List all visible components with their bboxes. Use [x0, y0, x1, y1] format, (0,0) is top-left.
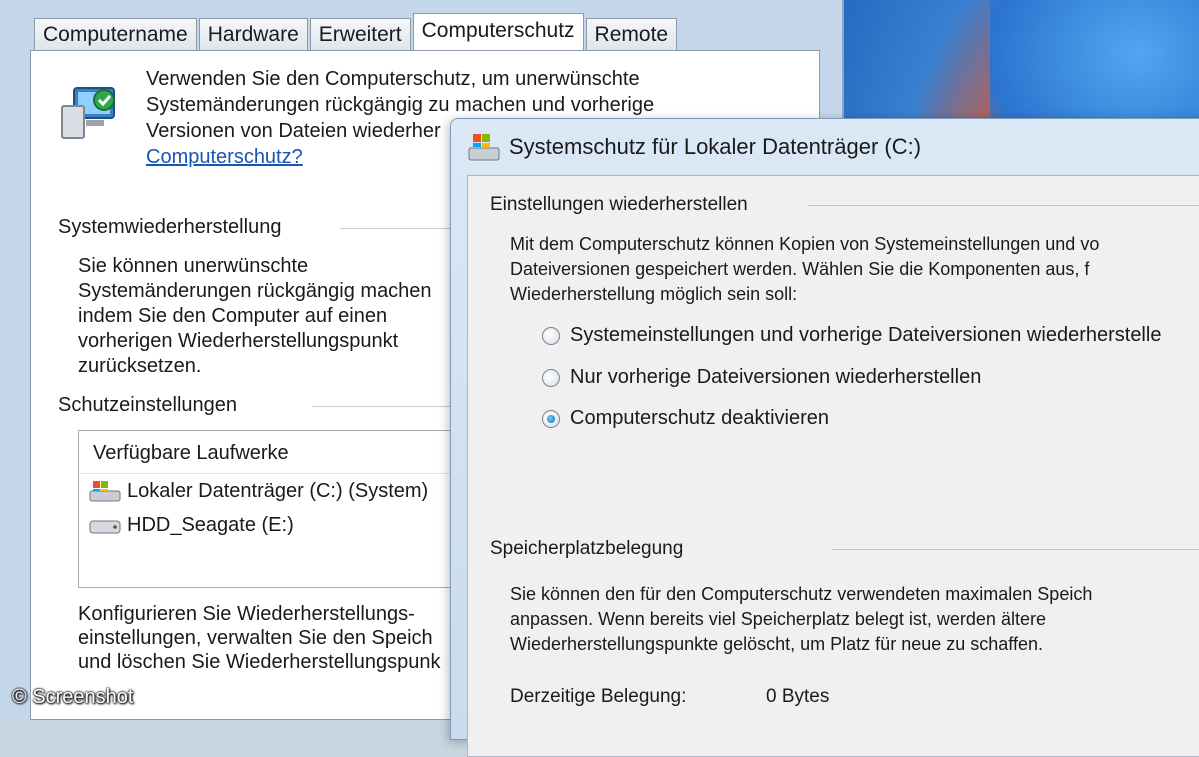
system-drive-icon — [89, 481, 121, 502]
disk-usage-text: Sie können den für den Computerschutz ve… — [510, 582, 1092, 657]
restore-line: indem Sie den Computer auf einen — [78, 305, 388, 327]
tab-bar: Computername Hardware Erweitert Computer… — [34, 13, 679, 51]
option-label: Computerschutz deaktivieren — [570, 407, 830, 429]
configure-text: Konfigurieren Sie Wiederherstellungs- ei… — [78, 602, 440, 674]
tab-computerschutz[interactable]: Computerschutz — [412, 13, 584, 51]
disk-usage-line: Sie können den für den Computerschutz ve… — [510, 584, 1093, 604]
restore-settings-line: Mit dem Computerschutz können Kopien von… — [510, 234, 1100, 254]
section-divider — [808, 205, 1199, 206]
protection-settings-title: Schutzeinstellungen — [58, 394, 238, 416]
tab-erweitert[interactable]: Erweitert — [309, 18, 411, 50]
section-divider — [832, 549, 1199, 550]
option-label: Systemeinstellungen und vorherige Dateiv… — [570, 324, 1162, 346]
option-files-only[interactable]: Nur vorherige Dateiversionen wiederherst… — [542, 366, 981, 389]
dialog-body: Einstellungen wiederherstellen Mit dem C… — [467, 175, 1199, 757]
drive-label: HDD_Seagate (E:) — [127, 513, 294, 536]
intro-line: Verwenden Sie den Computerschutz, um une… — [146, 68, 640, 90]
current-usage-label: Derzeitige Belegung: — [510, 686, 687, 707]
drive-row-e[interactable]: HDD_Seagate (E:) — [79, 508, 479, 542]
system-restore-title: Systemwiederherstellung — [58, 216, 282, 238]
system-protection-dialog: Systemschutz für Lokaler Datenträger (C:… — [450, 118, 1199, 757]
restore-settings-line: Dateiversionen gespeichert werden. Wähle… — [510, 259, 1090, 279]
restore-line: vorherigen Wiederherstellungspunkt — [78, 330, 399, 352]
system-drive-icon — [468, 134, 500, 161]
option-system-and-files[interactable]: Systemeinstellungen und vorherige Dateiv… — [542, 324, 1161, 347]
system-restore-text: Sie können unerwünschte Systemänderungen… — [78, 254, 432, 379]
configure-line: Konfigurieren Sie Wiederherstellungs- — [78, 603, 415, 625]
restore-line: Systemänderungen rückgängig machen — [78, 280, 432, 302]
computer-protection-link[interactable]: Computerschutz? — [146, 146, 303, 168]
screenshot-watermark: © Screenshot — [12, 686, 134, 708]
current-usage-value: 0 Bytes — [766, 686, 830, 707]
option-disable-protection[interactable]: Computerschutz deaktivieren — [542, 407, 829, 430]
radio-button[interactable] — [542, 368, 560, 387]
restore-settings-line: Wiederherstellung möglich sein soll: — [510, 284, 798, 304]
configure-line: und löschen Sie Wiederherstellungspunk — [78, 651, 441, 673]
tab-computername[interactable]: Computername — [34, 18, 197, 50]
computer-protection-icon — [61, 87, 115, 139]
dialog-title: Systemschutz für Lokaler Datenträger (C:… — [509, 134, 922, 159]
configure-line: einstellungen, verwalten Sie den Speich — [78, 627, 433, 649]
drive-row-c[interactable]: Lokaler Datenträger (C:) (System) — [79, 474, 479, 508]
drive-label: Lokaler Datenträger (C:) (System) — [127, 479, 429, 502]
dialog-titlebar[interactable]: Systemschutz für Lokaler Datenträger (C:… — [467, 127, 921, 167]
disk-usage-line: anpassen. Wenn bereits viel Speicherplat… — [510, 609, 1046, 629]
tab-remote[interactable]: Remote — [585, 18, 678, 50]
tab-hardware[interactable]: Hardware — [198, 18, 308, 50]
restore-settings-text: Mit dem Computerschutz können Kopien von… — [510, 232, 1099, 307]
section-divider — [312, 406, 452, 407]
disk-usage-line: Wiederherstellungspunkte gelöscht, um Pl… — [510, 634, 1043, 654]
restore-settings-title: Einstellungen wiederherstellen — [490, 194, 748, 215]
restore-line: zurücksetzen. — [78, 355, 202, 377]
radio-button[interactable] — [542, 326, 560, 345]
intro-line: Systemänderungen rückgängig zu machen un… — [146, 94, 655, 116]
disk-usage-title: Speicherplatzbelegung — [490, 538, 684, 559]
drives-list[interactable]: Verfügbare Laufwerke Lokaler Datenträger… — [78, 430, 480, 588]
section-divider — [340, 228, 450, 229]
hard-drive-icon — [89, 520, 121, 534]
drives-column-header[interactable]: Verfügbare Laufwerke — [79, 431, 479, 474]
radio-button-selected[interactable] — [542, 409, 560, 428]
restore-line: Sie können unerwünschte — [78, 255, 309, 277]
option-label: Nur vorherige Dateiversionen wiederherst… — [570, 366, 982, 388]
